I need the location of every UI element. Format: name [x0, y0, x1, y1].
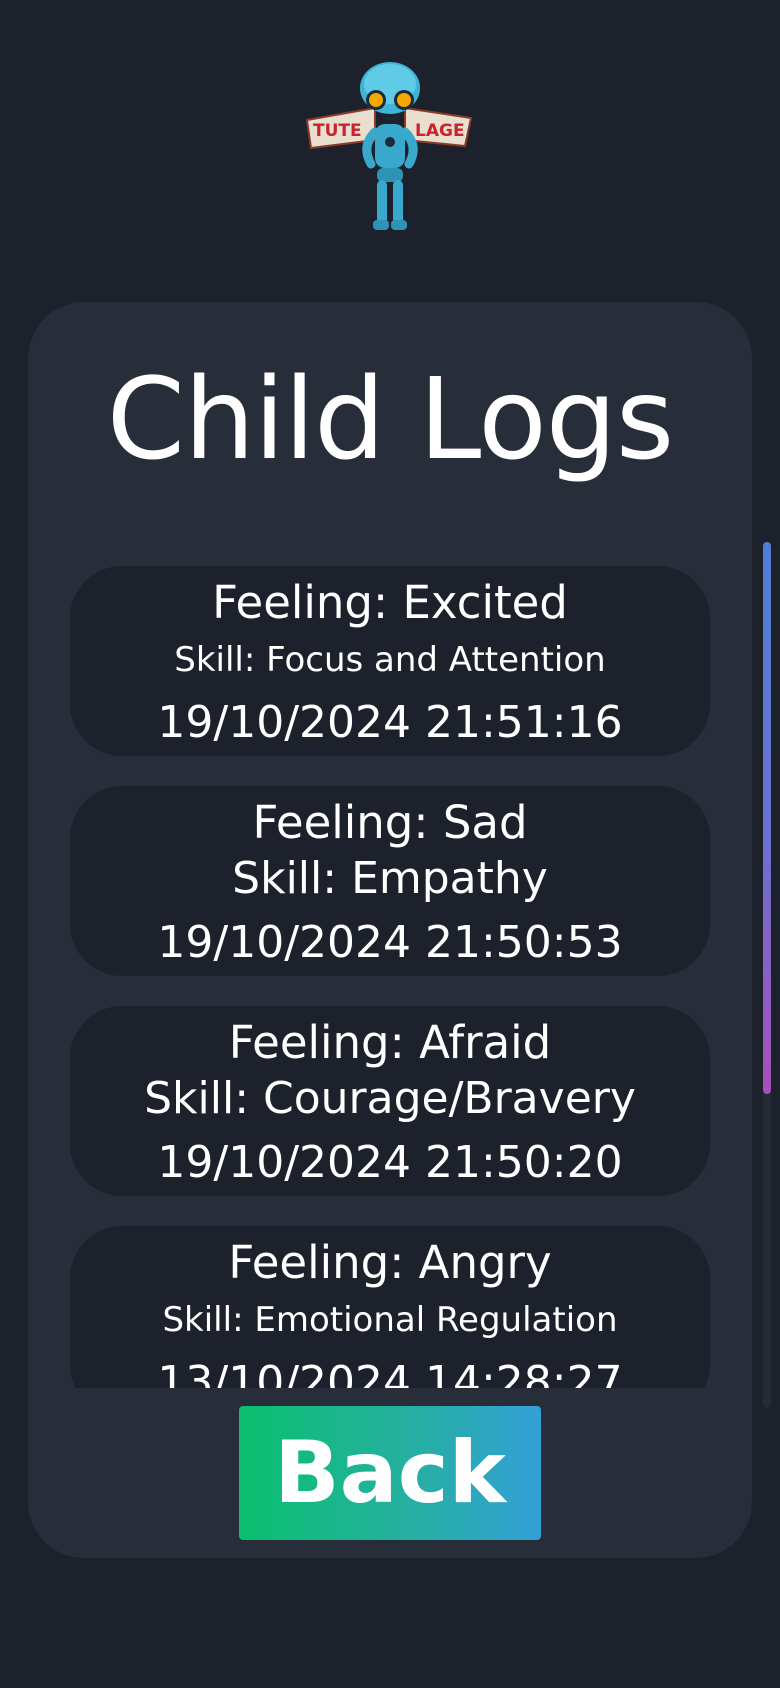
log-item[interactable]: Feeling: Afraid Skill: Courage/Bravery 1… [70, 1006, 710, 1196]
app-logo: TUTE LAGE [305, 60, 475, 240]
log-skill: Skill: Focus and Attention [174, 640, 606, 680]
svg-text:TUTE: TUTE [313, 121, 362, 141]
log-feeling: Feeling: Sad [252, 796, 528, 849]
svg-text:LAGE: LAGE [415, 121, 465, 141]
back-button[interactable]: Back [239, 1406, 541, 1540]
log-feeling: Feeling: Afraid [228, 1016, 552, 1069]
log-item[interactable]: Feeling: Excited Skill: Focus and Attent… [70, 566, 710, 756]
log-timestamp: 19/10/2024 21:50:20 [157, 1137, 623, 1188]
log-item[interactable]: Feeling: Angry Skill: Emotional Regulati… [70, 1226, 710, 1388]
log-item[interactable]: Feeling: Sad Skill: Empathy 19/10/2024 2… [70, 786, 710, 976]
log-feeling: Feeling: Excited [212, 576, 568, 629]
logs-list[interactable]: Feeling: Excited Skill: Focus and Attent… [70, 566, 710, 1388]
log-feeling: Feeling: Angry [228, 1236, 552, 1289]
scrollbar-thumb[interactable] [763, 542, 771, 1094]
scrollbar-track[interactable] [763, 542, 771, 1408]
log-timestamp: 19/10/2024 21:50:53 [157, 917, 623, 968]
child-logs-screen: TUTE LAGE Child Logs Feeling: Excited Sk… [0, 0, 780, 1688]
log-skill: Skill: Emotional Regulation [162, 1300, 618, 1340]
log-timestamp: 13/10/2024 14:28:27 [157, 1357, 623, 1388]
log-skill: Skill: Courage/Bravery [144, 1073, 636, 1124]
page-title: Child Logs [106, 355, 675, 485]
log-timestamp: 19/10/2024 21:51:16 [157, 697, 623, 748]
log-skill: Skill: Empathy [232, 853, 548, 904]
